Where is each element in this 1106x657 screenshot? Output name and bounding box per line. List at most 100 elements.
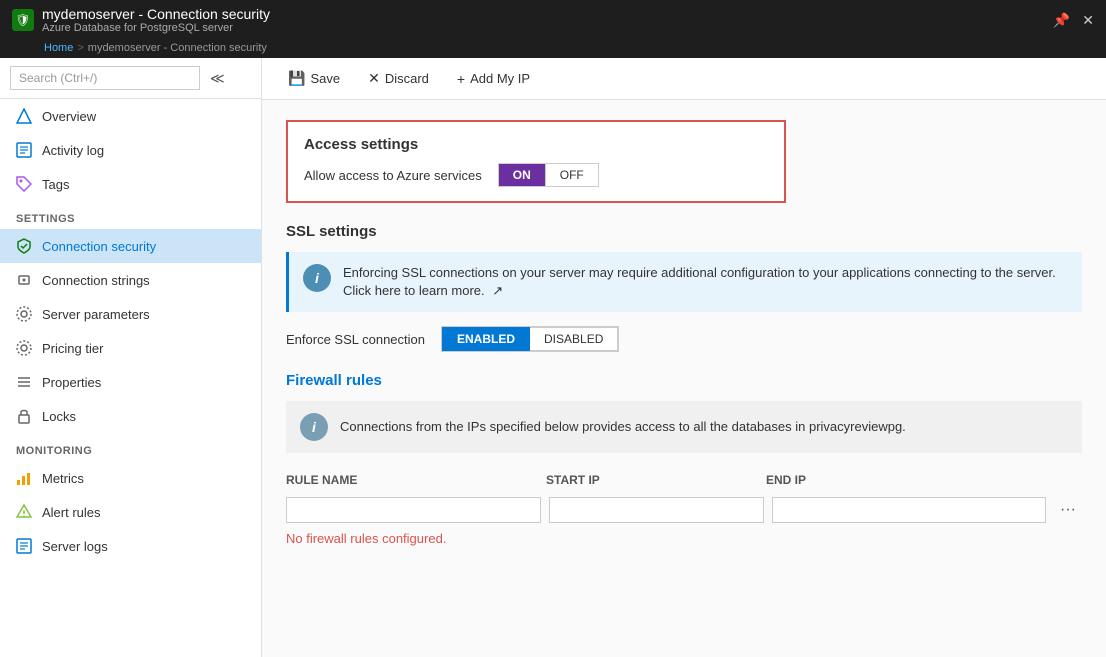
search-bar: ≪ (0, 58, 261, 99)
ssl-enforce-label: Enforce SSL connection (286, 332, 425, 347)
firewall-row-more-button[interactable]: ··· (1054, 499, 1082, 521)
sidebar-item-server-logs[interactable]: Server logs (0, 529, 261, 563)
overview-icon (16, 108, 32, 124)
add-my-ip-button[interactable]: + Add My IP (451, 67, 536, 91)
sidebar-item-activity-log[interactable]: Activity log (0, 133, 261, 167)
start-ip-input[interactable] (549, 497, 764, 523)
ssl-settings-title: SSL settings (286, 223, 1082, 240)
end-ip-input[interactable] (772, 497, 1046, 523)
sidebar-item-tags[interactable]: Tags (0, 167, 261, 201)
content-area: 💾 Save ✕ Discard + Add My IP Access sett… (262, 58, 1106, 657)
firewall-rules-title: Firewall rules (286, 372, 1082, 389)
page-subtitle: Azure Database for PostgreSQL server (42, 22, 270, 34)
sidebar-item-pricing-tier[interactable]: Pricing tier (0, 331, 261, 365)
save-button[interactable]: 💾 Save (282, 66, 346, 91)
discard-button[interactable]: ✕ Discard (362, 66, 435, 91)
connection-security-icon (16, 238, 32, 254)
sidebar-item-metrics[interactable]: Metrics (0, 461, 261, 495)
access-toggle-label: Allow access to Azure services (304, 168, 482, 183)
firewall-info-text: Connections from the IPs specified below… (340, 418, 906, 436)
access-settings-box: Access settings Allow access to Azure se… (286, 120, 786, 203)
ssl-toggle-row: Enforce SSL connection ENABLED DISABLED (286, 326, 1082, 352)
sidebar-label-server-logs: Server logs (42, 539, 108, 554)
breadcrumb: Home > mydemoserver - Connection securit… (0, 40, 1106, 58)
page-content: Access settings Allow access to Azure se… (262, 100, 1106, 566)
col-rule-name: RULE NAME (286, 469, 546, 491)
sidebar-label-overview: Overview (42, 109, 96, 124)
azure-access-toggle[interactable]: ON OFF (498, 163, 599, 187)
firewall-rules-section: Firewall rules i Connections from the IP… (286, 372, 1082, 546)
save-icon: 💾 (288, 70, 305, 87)
settings-section-header: SETTINGS (0, 201, 261, 229)
ssl-info-text: Enforcing SSL connections on your server… (343, 264, 1068, 300)
monitoring-section-header: MONITORING (0, 433, 261, 461)
sidebar-label-tags: Tags (42, 177, 69, 192)
sidebar-label-activity-log: Activity log (42, 143, 104, 158)
search-input[interactable] (10, 66, 200, 90)
collapse-button[interactable]: ≪ (206, 68, 229, 89)
shield-icon: 🛡 (12, 9, 34, 31)
connection-strings-icon (16, 272, 32, 288)
add-ip-label: Add My IP (470, 71, 530, 86)
sidebar: ≪ Overview Activity log Tags SETTINGS (0, 58, 262, 657)
close-button[interactable]: ✕ (1082, 12, 1094, 29)
server-parameters-icon (16, 306, 32, 322)
ssl-info-box: i Enforcing SSL connections on your serv… (286, 252, 1082, 312)
external-link-icon: ↗ (492, 283, 503, 298)
server-logs-icon (16, 538, 32, 554)
activity-log-icon (16, 142, 32, 158)
main-layout: ≪ Overview Activity log Tags SETTINGS (0, 58, 1106, 657)
pricing-tier-icon (16, 340, 32, 356)
title-bar-right: 📌 ✕ (1053, 12, 1094, 29)
firewall-info-icon: i (300, 413, 328, 441)
locks-icon (16, 408, 32, 424)
sidebar-item-server-parameters[interactable]: Server parameters (0, 297, 261, 331)
ssl-info-message: Enforcing SSL connections on your server… (343, 265, 1056, 298)
sidebar-label-properties: Properties (42, 375, 101, 390)
sidebar-item-overview[interactable]: Overview (0, 99, 261, 133)
sidebar-label-pricing-tier: Pricing tier (42, 341, 103, 356)
col-end-ip: END IP (766, 469, 1082, 491)
sidebar-label-alert-rules: Alert rules (42, 505, 101, 520)
firewall-table-row: ··· (286, 497, 1082, 523)
breadcrumb-home[interactable]: Home (44, 42, 73, 54)
breadcrumb-sep: > (77, 42, 83, 54)
access-settings-title: Access settings (304, 136, 768, 153)
toggle-on-button[interactable]: ON (499, 164, 545, 186)
title-bar-text: mydemoserver - Connection security Azure… (42, 6, 270, 34)
firewall-table-header: RULE NAME START IP END IP (286, 469, 1082, 491)
no-rules-message: No firewall rules configured. (286, 531, 1082, 546)
ssl-disabled-button[interactable]: DISABLED (530, 327, 618, 351)
save-label: Save (310, 71, 340, 86)
sidebar-label-connection-strings: Connection strings (42, 273, 150, 288)
discard-icon: ✕ (368, 70, 380, 87)
tags-icon (16, 176, 32, 192)
ssl-enforce-toggle[interactable]: ENABLED DISABLED (441, 326, 619, 352)
title-bar: 🛡 mydemoserver - Connection security Azu… (0, 0, 1106, 40)
add-ip-icon: + (457, 71, 465, 87)
sidebar-label-locks: Locks (42, 409, 76, 424)
sidebar-label-connection-security: Connection security (42, 239, 156, 254)
toggle-off-button[interactable]: OFF (545, 164, 598, 186)
discard-label: Discard (385, 71, 429, 86)
sidebar-item-properties[interactable]: Properties (0, 365, 261, 399)
sidebar-label-server-parameters: Server parameters (42, 307, 150, 322)
title-bar-left: 🛡 mydemoserver - Connection security Azu… (12, 6, 270, 34)
properties-icon (16, 374, 32, 390)
rule-name-input[interactable] (286, 497, 541, 523)
firewall-rules-table: RULE NAME START IP END IP ··· No firewal… (286, 469, 1082, 546)
alert-rules-icon (16, 504, 32, 520)
sidebar-item-alert-rules[interactable]: Alert rules (0, 495, 261, 529)
pin-button[interactable]: 📌 (1053, 12, 1070, 29)
sidebar-item-locks[interactable]: Locks (0, 399, 261, 433)
page-title: mydemoserver - Connection security (42, 6, 270, 22)
metrics-icon (16, 470, 32, 486)
col-start-ip: START IP (546, 469, 766, 491)
toolbar: 💾 Save ✕ Discard + Add My IP (262, 58, 1106, 100)
sidebar-item-connection-security[interactable]: Connection security (0, 229, 261, 263)
sidebar-label-metrics: Metrics (42, 471, 84, 486)
ssl-info-icon: i (303, 264, 331, 292)
ssl-enabled-button[interactable]: ENABLED (442, 327, 530, 351)
breadcrumb-current: mydemoserver - Connection security (88, 42, 267, 54)
sidebar-item-connection-strings[interactable]: Connection strings (0, 263, 261, 297)
